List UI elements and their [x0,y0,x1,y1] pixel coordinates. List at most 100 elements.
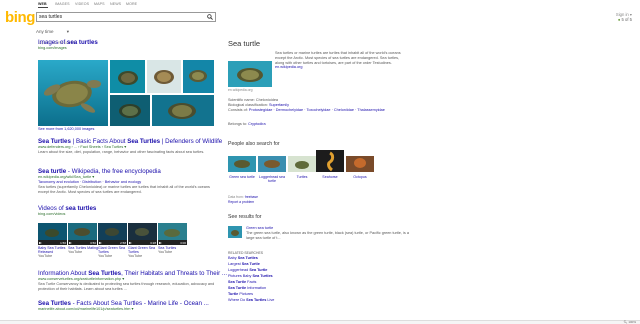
search-box [36,12,216,22]
result-wikipedia: Sea turtle - Wikipedia, the free encyclo… [38,168,213,194]
account-area: Sign in ▾ ● 5 of 5 [616,12,632,22]
people-card-1-image[interactable] [228,156,256,172]
turtle-image-2[interactable] [110,60,145,93]
rewards-status[interactable]: ● 5 of 5 [616,17,632,22]
search-button[interactable] [205,13,215,21]
result-url[interactable]: marinelife.about.com/od/marinelife101/p/… [38,307,223,312]
zoom-level[interactable]: 🔍︎ 100% [624,320,636,324]
play-icon [39,242,42,244]
video-duration: 3:00 [180,241,186,245]
status-bar: 🔍︎ 100% [0,320,640,324]
related-searches-title: RELATED SEARCHES [228,251,263,255]
zoom-icon: 🔍︎ [623,320,628,324]
images-result: Images of sea turtles bing.com/images [38,39,213,51]
see-results-item-desc: The green sea turtle, also known as the … [246,231,409,240]
video-duration: 2:58 [120,241,126,245]
people-card-3-image[interactable] [288,156,316,172]
people-card-4-label[interactable]: Seahorse [315,175,345,179]
time-filter[interactable]: Any time ▾ [36,29,81,34]
videos-result-url: bing.com/videos [38,212,66,216]
people-also-search-title: People also search for [228,141,280,147]
video-duration: 3:50 [90,241,96,245]
people-card-5-label[interactable]: Octopus [345,175,375,179]
search-input[interactable] [39,13,203,21]
rewards-icon: ● [617,17,621,22]
search-icon [207,14,213,20]
video-thumb-3[interactable]: 2:58 [98,223,127,245]
nav-news[interactable]: NEWS [110,2,121,6]
turtle-image-1[interactable] [38,60,108,126]
play-icon [99,242,102,244]
nav-maps[interactable]: MAPS [94,2,105,6]
see-results-title: See results for [228,214,262,220]
related-search-item[interactable]: Largest Sea Turtle [228,262,260,267]
fact-link[interactable]: Cryptodira [248,122,266,126]
video-thumb-1[interactable]: 1:56 [38,223,67,245]
people-card-2-image[interactable] [258,156,286,172]
video-duration: 1:56 [60,241,66,245]
bing-logo[interactable]: bing [5,9,35,26]
turtle-image-6[interactable] [152,95,214,126]
related-search-item[interactable]: Where Do Sea Turtles Live [228,298,274,303]
result-conserveturtles: Information About Sea Turtles, Their Hab… [38,270,227,292]
data-source: Data from: freebase [228,195,258,199]
related-search-item[interactable]: Sea Turtle Information [228,286,266,291]
result-title[interactable]: Information About Sea Turtles, Their Hab… [38,270,227,277]
video-caption-4[interactable]: Giant Green Sea Turtles YouTube [128,246,158,259]
videos-result-title[interactable]: Videos of sea turtles [38,205,213,212]
fact-link[interactable]: Superfamily [269,103,289,107]
related-search-item[interactable]: Loggerhead Sea Turtle [228,268,267,273]
video-caption-3[interactable]: Giant Green Sea Turtles YouTube [98,246,128,259]
turtle-image-3[interactable] [147,60,181,93]
play-icon [69,242,72,244]
video-thumb-5[interactable]: 3:00 [158,223,187,245]
people-card-4-image[interactable] [316,150,344,172]
people-card-3-label[interactable]: Turtles [287,175,317,179]
nav-videos[interactable]: VIDEOS [75,2,89,6]
images-result-title[interactable]: Images of sea turtles [38,39,213,46]
people-card-5-image[interactable] [346,156,374,172]
result-snippet: Learn about the size, diet, population, … [38,150,205,154]
images-result-url: bing.com/images [38,46,67,50]
video-thumb-2[interactable]: 3:50 [68,223,97,245]
related-search-item[interactable]: Sea Turtle Facts [228,280,256,285]
panel-image[interactable] [228,61,272,87]
see-results-thumb[interactable] [228,226,242,238]
fact-consists-of: Consists of: Protostegidae · Dermochelyi… [228,108,385,112]
video-caption-5[interactable]: Sea Turtles YouTube [158,246,188,254]
chevron-down-icon: ▾ [66,29,70,34]
videos-result: Videos of sea turtles bing.com/videos [38,205,213,217]
play-icon [129,242,132,244]
fact-link[interactable]: Protostegidae · Dermochelyidae · Toxoche… [249,108,385,112]
turtle-image-5[interactable] [110,95,150,126]
video-thumb-4[interactable]: 3:28 [128,223,157,245]
result-snippet: Sea Turtle Conservancy is dedicated to p… [38,282,215,291]
filter-bar: Any time ▾ [36,29,93,35]
related-search-item[interactable]: Baby Sea Turtles [228,256,258,261]
result-title[interactable]: Sea Turtles - Facts About Sea Turtles - … [38,300,223,307]
people-card-2-label[interactable]: Loggerhead sea turtle [257,175,287,183]
nav-images[interactable]: IMAGES [55,2,70,6]
fact-belongs-to: Belongs to: Cryptodira [228,122,266,126]
panel-description-link[interactable]: en.wikipedia.org [275,65,302,69]
report-problem-link[interactable]: Report a problem [228,200,254,204]
result-defenders: Sea Turtles | Basic Facts About Sea Turt… [38,138,222,155]
video-caption-2[interactable]: Sea Turtles Mating YouTube [68,246,98,254]
panel-image-source[interactable]: en.wikipedia.org [228,88,253,92]
related-search-item[interactable]: Turtle Pictures [228,292,253,297]
play-icon [159,242,162,244]
result-snippet: Sea turtles (superfamily Chelonioidea) o… [38,184,210,194]
related-search-item[interactable]: Pictures Baby Sea Turtles [228,274,273,279]
video-caption-1[interactable]: Baby Sea Turtles Released YouTube [38,246,68,259]
turtle-image-4[interactable] [183,60,214,93]
result-title[interactable]: Sea Turtles | Basic Facts About Sea Turt… [38,138,222,145]
result-title[interactable]: Sea turtle - Wikipedia, the free encyclo… [38,168,213,175]
image-strip [38,60,214,126]
see-more-images-link[interactable]: See more from 1,620,000 images [38,127,94,132]
freebase-link[interactable]: freebase [245,195,258,199]
nav-web[interactable]: WEB [38,2,47,6]
result-about: Sea Turtles - Facts About Sea Turtles - … [38,300,223,312]
active-tab-underline [38,7,48,8]
people-card-1-label[interactable]: Green sea turtle [227,175,257,179]
nav-more[interactable]: MORE [126,2,137,6]
